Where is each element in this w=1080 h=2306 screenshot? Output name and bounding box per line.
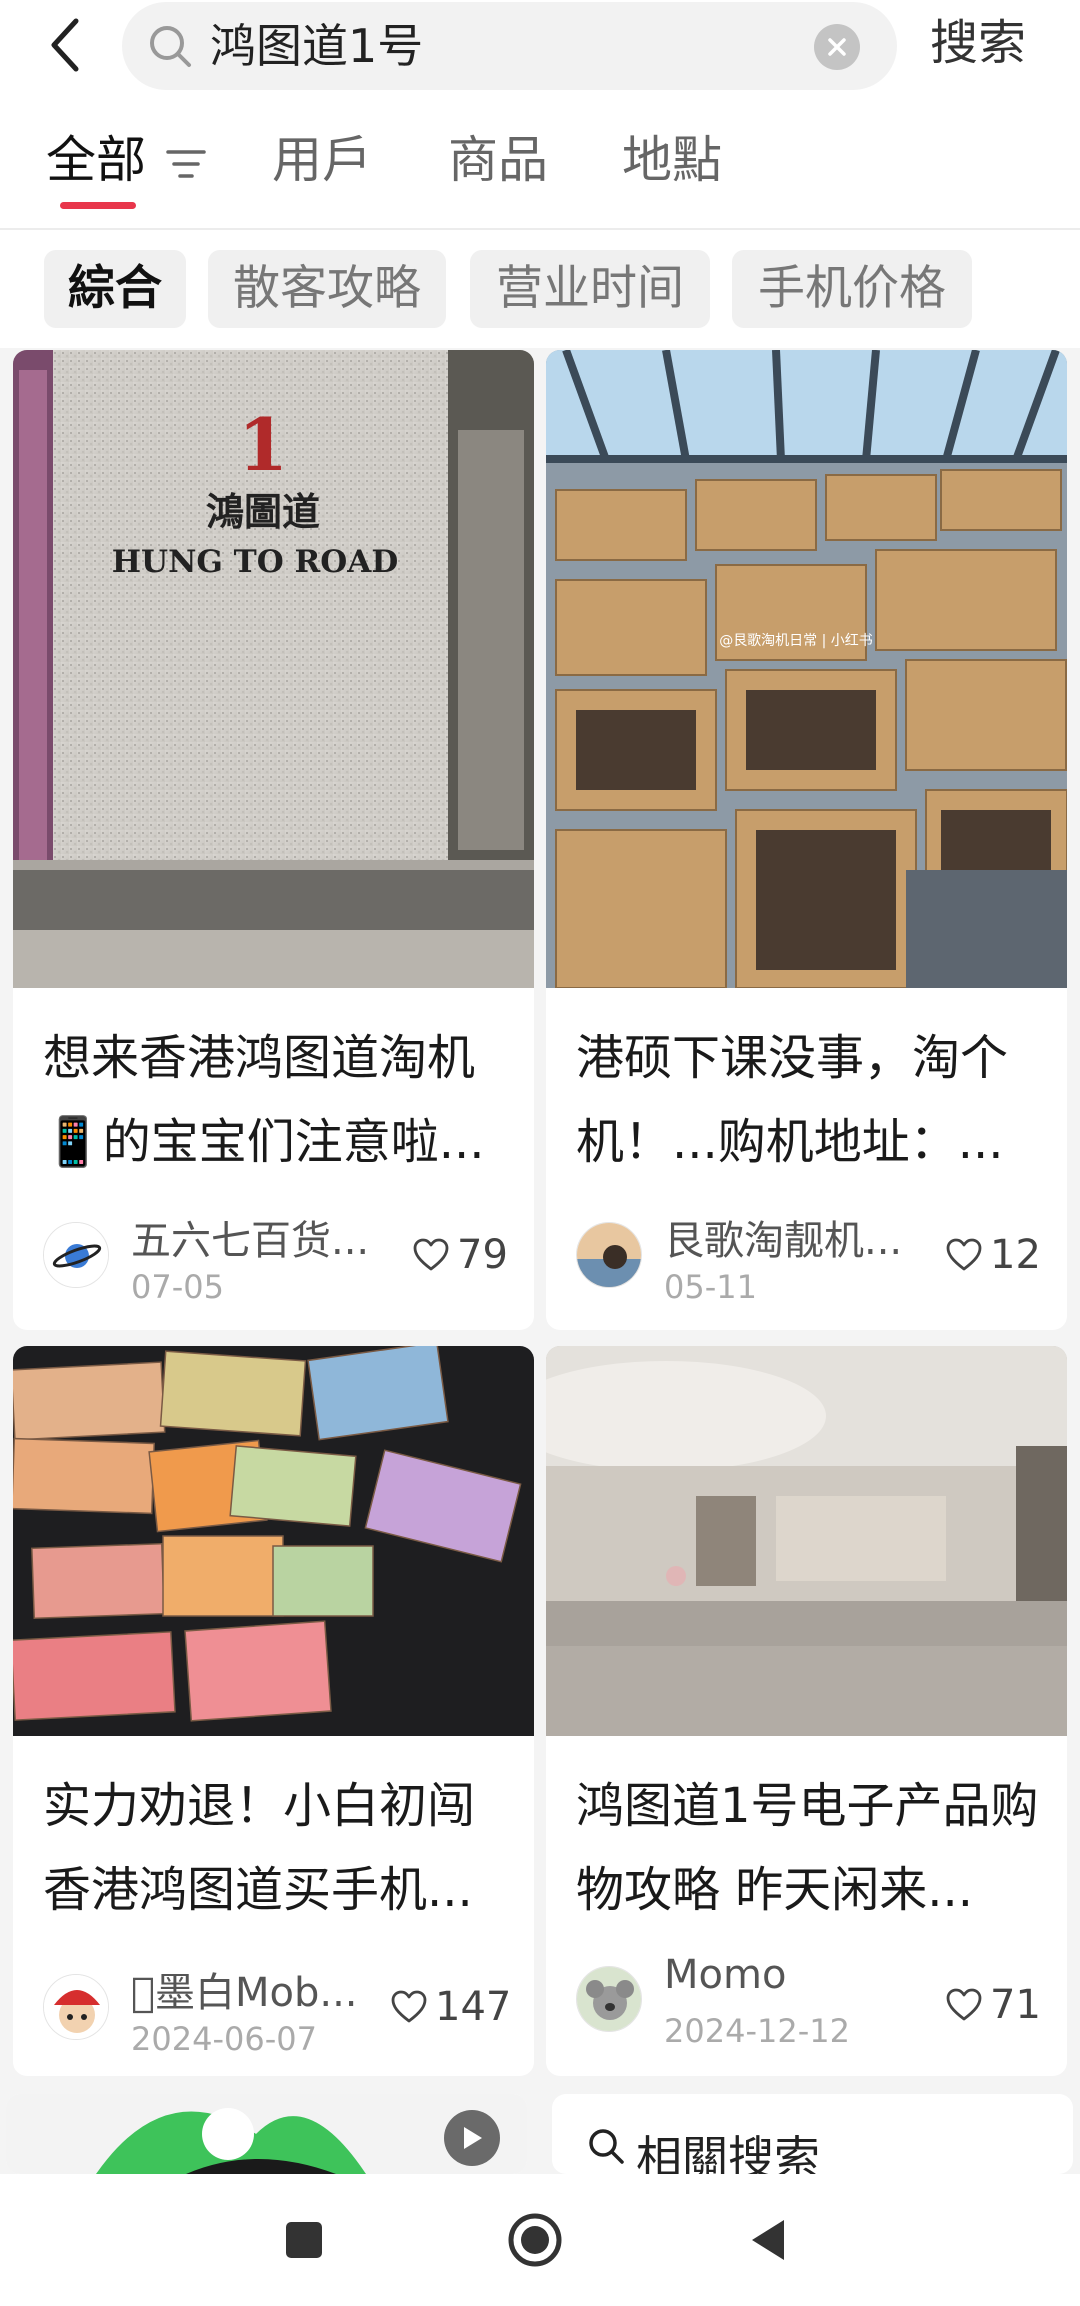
like-button[interactable]: 12	[946, 1230, 1041, 1280]
author-name: Momo	[664, 1952, 787, 1998]
author-name: 艮歌淘靓机...	[664, 1218, 903, 1264]
post-date: 2024-12-12	[664, 2012, 850, 2050]
note-card[interactable]	[6, 2094, 527, 2174]
image-watermark: @艮歌淘机日常 | 小红书	[719, 633, 873, 649]
author-name: 五六七百货...	[131, 1218, 370, 1264]
post-date: 2024-06-07	[131, 2020, 317, 2058]
search-icon	[150, 26, 191, 67]
search-header: 鸿图道1号 搜索	[0, 0, 1080, 95]
like-button[interactable]: 79	[413, 1230, 508, 1280]
sign-chinese: 鴻圖道	[206, 489, 320, 534]
triangle-back-icon[interactable]	[740, 2210, 800, 2270]
like-button[interactable]: 147	[391, 1982, 511, 2032]
avatar	[576, 1966, 642, 2032]
post-date: 05-11	[664, 1268, 757, 1306]
tab-all[interactable]: 全部	[46, 125, 146, 195]
search-icon	[589, 2129, 624, 2164]
note-cover-image: @艮歌淘机日常 | 小红书	[546, 350, 1067, 988]
tab-users[interactable]: 用戶	[272, 125, 372, 195]
video-play-badge	[444, 2110, 500, 2166]
chip-comprehensive[interactable]: 綜合	[44, 250, 186, 328]
circle-home-icon[interactable]	[505, 2210, 565, 2270]
heart-icon	[946, 1238, 982, 1271]
note-title: 鸿图道1号电子产品购物攻略 昨天闲来...	[576, 1778, 1039, 1918]
tab-places[interactable]: 地點	[622, 125, 722, 195]
related-search-title: 相關搜索	[636, 2131, 820, 2174]
avatar	[43, 1974, 109, 2040]
sign-number: 1	[238, 402, 288, 487]
heart-icon	[391, 1990, 427, 2023]
note-cover-image	[546, 1346, 1067, 1736]
chip-walk-in-guide[interactable]: 散客攻略	[208, 250, 446, 328]
avatar	[43, 1222, 109, 1288]
back-arrow-icon	[51, 18, 79, 72]
author-name: 󰀀墨白Mob...	[131, 1970, 358, 2016]
filter-chip-bar: 綜合 散客攻略 营业时间 手机价格	[0, 230, 1080, 348]
heart-icon	[946, 1988, 982, 2021]
note-title: 实力劝退！小白初闯香港鸿图道买手机...	[43, 1778, 476, 1918]
search-submit-button[interactable]: 搜索	[930, 8, 1026, 78]
note-title: 想来香港鸿图道淘机📱的宝宝们注意啦...	[43, 1030, 485, 1170]
like-count: 147	[435, 1984, 512, 2030]
note-card[interactable]: @艮歌淘机日常 | 小红书 港硕下课没事，淘个机！...购机地址：... 艮歌淘…	[546, 350, 1067, 1330]
result-type-tabs: 全部 用戶 商品 地點	[0, 95, 1080, 230]
chip-opening-hours[interactable]: 营业时间	[470, 250, 710, 328]
tab-products[interactable]: 商品	[448, 125, 548, 195]
related-search-card[interactable]: 相關搜索	[552, 2094, 1073, 2174]
note-card[interactable]: 实力劝退！小白初闯香港鸿图道买手机... 󰀀墨白Mob... 2024-06-0…	[13, 1346, 534, 2076]
play-icon	[464, 2127, 482, 2149]
active-tab-indicator	[60, 202, 136, 209]
like-button[interactable]: 71	[946, 1980, 1041, 2030]
search-query-text: 鸿图道1号	[210, 19, 424, 73]
clear-search-button[interactable]	[814, 24, 860, 70]
chip-phone-prices[interactable]: 手机价格	[732, 250, 972, 328]
system-navigation-bar	[0, 2174, 1080, 2306]
filter-icon[interactable]	[166, 147, 206, 181]
square-recents-icon[interactable]	[274, 2210, 334, 2270]
heart-icon	[413, 1238, 449, 1271]
avatar	[576, 1222, 642, 1288]
sign-english: HUNG TO ROAD	[112, 544, 399, 580]
post-date: 07-05	[131, 1268, 224, 1306]
back-button[interactable]	[40, 10, 90, 80]
like-count: 71	[990, 1982, 1041, 2028]
note-cover-image	[13, 1346, 534, 1736]
search-input[interactable]: 鸿图道1号	[122, 2, 897, 90]
clear-icon	[828, 38, 846, 56]
note-card[interactable]: 1 鴻圖道 HUNG TO ROAD 想来香港鸿图道淘机📱的宝宝们注意啦... …	[13, 350, 534, 1330]
note-cover-image: 1 鴻圖道 HUNG TO ROAD	[13, 350, 534, 988]
note-card[interactable]: 鸿图道1号电子产品购物攻略 昨天闲来... Momo 2024-12-12 71	[546, 1346, 1067, 2076]
note-title: 港硕下课没事，淘个机！...购机地址：...	[576, 1030, 1009, 1170]
like-count: 12	[990, 1232, 1041, 1278]
like-count: 79	[457, 1232, 508, 1278]
